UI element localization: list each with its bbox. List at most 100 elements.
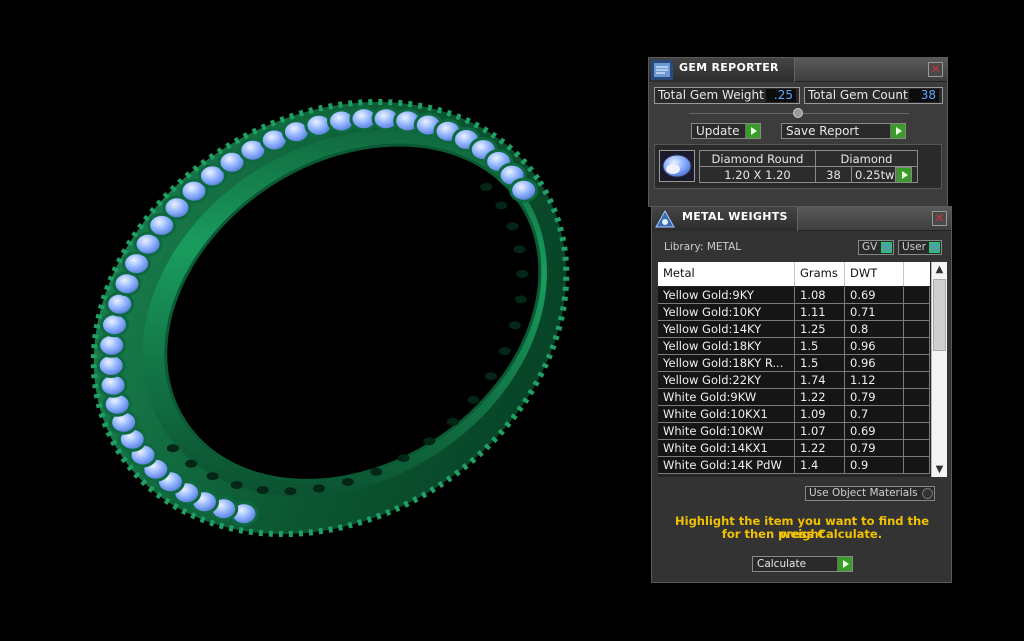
table-row[interactable]: White Gold:10KW 1.07 0.69 xyxy=(658,423,930,440)
metal-name-cell: Yellow Gold:22KY xyxy=(658,372,795,389)
gem-reporter-titlebar[interactable]: GEM REPORTER ✕ xyxy=(649,58,947,82)
metal-weights-close-icon[interactable]: ✕ xyxy=(932,211,947,226)
metal-table-header: Metal Grams DWT xyxy=(658,262,930,286)
gem-stone xyxy=(105,291,135,317)
dwt-cell: 1.12 xyxy=(845,372,904,389)
update-label: Update xyxy=(696,124,740,138)
gem-stone xyxy=(97,332,127,358)
dwt-cell: 0.96 xyxy=(845,338,904,355)
gallery-hole xyxy=(341,478,354,486)
gallery-hole xyxy=(485,372,497,381)
gallery-hole xyxy=(206,472,219,481)
metal-name-cell: White Gold:10KX1 xyxy=(658,406,795,423)
update-button[interactable]: Update xyxy=(691,123,761,139)
grams-cell: 1.74 xyxy=(795,372,845,389)
gem-weight-arrow-button[interactable] xyxy=(895,167,912,183)
gem-reporter-logo-icon xyxy=(651,60,673,80)
metal-table-scrollbar[interactable]: ▲ ▼ xyxy=(931,262,947,477)
scroll-up-icon[interactable]: ▲ xyxy=(932,262,947,277)
calculate-button[interactable]: Calculate xyxy=(752,556,853,572)
metal-weights-logo-icon xyxy=(655,209,675,228)
empty-cell xyxy=(904,457,930,474)
gallery-hole xyxy=(185,459,198,468)
gem-reporter-title: GEM REPORTER xyxy=(679,61,779,74)
col-metal-header[interactable]: Metal xyxy=(658,262,795,286)
grams-cell: 1.4 xyxy=(795,457,845,474)
table-row[interactable]: White Gold:14KX1 1.22 0.79 xyxy=(658,440,930,457)
col-grams-header[interactable]: Grams xyxy=(795,262,845,286)
empty-cell xyxy=(904,423,930,440)
gem-shape: Diamond Round xyxy=(699,150,816,167)
table-row[interactable]: Yellow Gold:22KY 1.74 1.12 xyxy=(658,372,930,389)
gallery-hole xyxy=(516,269,529,278)
gallery-hole xyxy=(256,486,269,494)
metal-name-cell: Yellow Gold:18KY xyxy=(658,338,795,355)
grams-cell: 1.08 xyxy=(795,287,845,304)
gallery-hole xyxy=(498,347,511,356)
dwt-cell: 0.79 xyxy=(845,389,904,406)
use-object-materials-toggle[interactable]: Use Object Materials xyxy=(805,486,935,501)
table-row[interactable]: White Gold:10KX1 1.09 0.7 xyxy=(658,406,930,423)
table-row[interactable]: Yellow Gold:9KY 1.08 0.69 xyxy=(658,287,930,304)
metal-table[interactable]: Metal Grams DWT Yellow Gold:9KY 1.08 0.69 Y… xyxy=(658,262,947,477)
total-gem-weight-label: Total Gem Weight xyxy=(658,88,764,102)
gallery-hole xyxy=(480,183,493,191)
gem-table[interactable]: Diamond Round Diamond 1.20 X 1.20 38 0.2… xyxy=(699,150,918,183)
metal-name-cell: White Gold:14K PdW xyxy=(658,457,795,474)
scroll-down-icon[interactable]: ▼ xyxy=(932,462,947,477)
save-report-label: Save Report xyxy=(786,124,860,138)
user-toggle[interactable]: User xyxy=(898,240,942,255)
scroll-thumb[interactable] xyxy=(933,279,946,351)
col-dwt-header[interactable]: DWT xyxy=(845,262,904,286)
play-arrow-icon xyxy=(837,557,852,571)
play-arrow-icon xyxy=(890,124,905,138)
empty-cell xyxy=(904,321,930,338)
user-toggle-knob xyxy=(929,242,940,253)
collapse-toggle-icon[interactable] xyxy=(793,108,803,118)
table-row[interactable]: Yellow Gold:18KY R... 1.5 0.96 xyxy=(658,355,930,372)
table-row[interactable]: Yellow Gold:10KY 1.11 0.71 xyxy=(658,304,930,321)
model-viewport[interactable] xyxy=(0,0,640,641)
calculate-label: Calculate xyxy=(757,558,807,570)
gallery-hole xyxy=(513,245,526,254)
metal-name-cell: Yellow Gold:18KY R... xyxy=(658,355,795,372)
use-object-materials-label: Use Object Materials xyxy=(809,487,918,499)
metal-weights-panel: METAL WEIGHTS ✕ Library: METAL GV User M… xyxy=(651,206,952,583)
empty-cell xyxy=(904,338,930,355)
empty-cell xyxy=(904,304,930,321)
empty-cell xyxy=(904,287,930,304)
use-object-materials-knob xyxy=(922,488,933,499)
metal-weights-titlebar[interactable]: METAL WEIGHTS ✕ xyxy=(652,207,951,231)
gallery-hole xyxy=(397,454,410,463)
table-row[interactable]: Yellow Gold:18KY 1.5 0.96 xyxy=(658,338,930,355)
metal-name-cell: White Gold:14KX1 xyxy=(658,440,795,457)
grams-cell: 1.22 xyxy=(795,440,845,457)
gem-stone xyxy=(96,353,126,378)
gv-toggle[interactable]: GV xyxy=(858,240,894,255)
gem-thumbnail[interactable] xyxy=(659,150,695,182)
metal-name-cell: Yellow Gold:14KY xyxy=(658,321,795,338)
table-row[interactable]: White Gold:14K PdW 1.4 0.9 xyxy=(658,457,930,474)
table-row[interactable]: White Gold:9KW 1.22 0.79 xyxy=(658,389,930,406)
empty-cell xyxy=(904,389,930,406)
gallery-hole xyxy=(446,417,459,426)
metal-name-cell: Yellow Gold:9KY xyxy=(658,287,795,304)
total-gem-count-label: Total Gem Count xyxy=(808,88,908,102)
dwt-cell: 0.9 xyxy=(845,457,904,474)
grams-cell: 1.22 xyxy=(795,389,845,406)
gem-stone xyxy=(509,177,539,203)
table-row[interactable]: Yellow Gold:14KY 1.25 0.8 xyxy=(658,321,930,338)
grams-cell: 1.5 xyxy=(795,338,845,355)
gallery-hole xyxy=(514,295,527,304)
gallery-hole xyxy=(313,484,325,493)
gem-material: Diamond xyxy=(815,150,918,167)
grams-cell: 1.25 xyxy=(795,321,845,338)
total-gem-weight-value: .25 xyxy=(766,89,796,102)
metal-name-cell: Yellow Gold:10KY xyxy=(658,304,795,321)
gem-list: Diamond Round Diamond 1.20 X 1.20 38 0.2… xyxy=(654,144,942,189)
user-label: User xyxy=(902,241,926,253)
gem-size: 1.20 X 1.20 xyxy=(699,166,816,183)
dwt-cell: 0.69 xyxy=(845,423,904,440)
gem-reporter-close-icon[interactable]: ✕ xyxy=(928,62,943,77)
save-report-button[interactable]: Save Report xyxy=(781,123,906,139)
